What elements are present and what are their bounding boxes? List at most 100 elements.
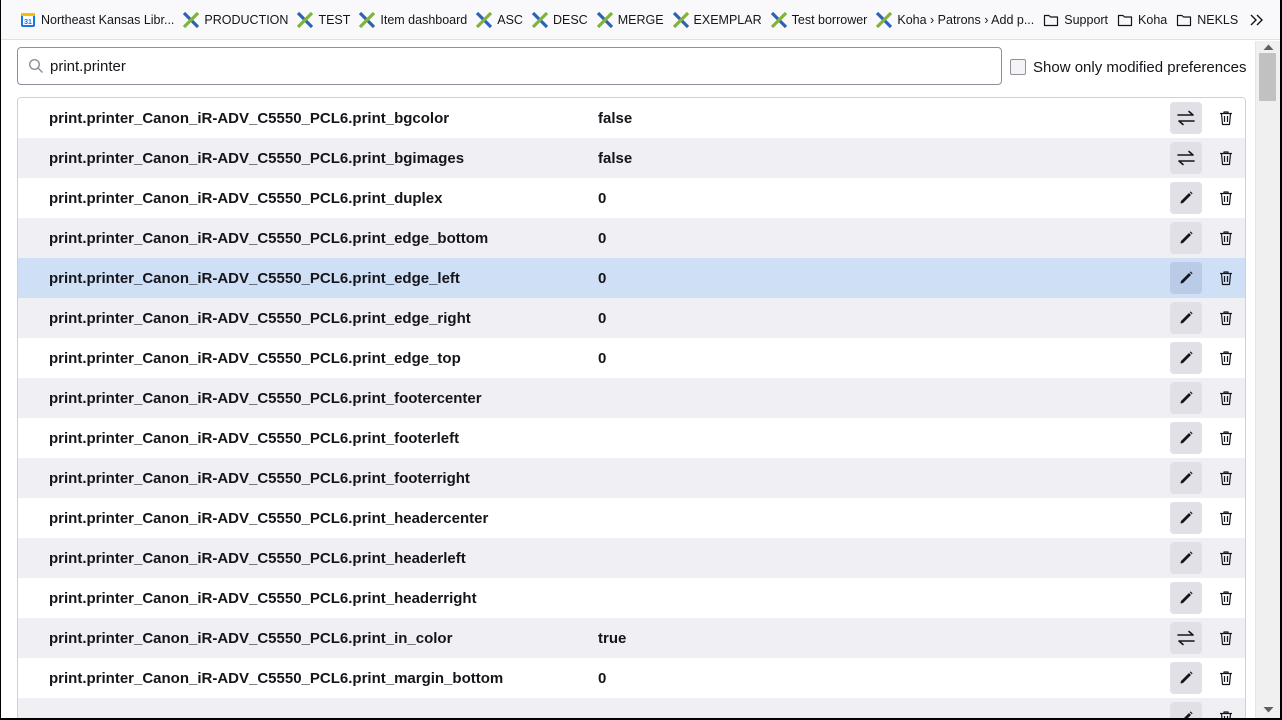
preference-row[interactable]: print.printer_Canon_iR-ADV_C5550_PCL6.pr… <box>18 298 1245 338</box>
delete-button[interactable] <box>1210 302 1242 334</box>
scroll-down-arrow-icon[interactable] <box>1263 706 1274 714</box>
preference-row[interactable]: print.printer_Canon_iR-ADV_C5550_PCL6.pr… <box>18 498 1245 538</box>
bookmark-item[interactable]: Support <box>1040 6 1114 34</box>
bookmark-label: DESC <box>552 12 588 27</box>
preference-name: print.printer_Canon_iR-ADV_C5550_PCL6.pr… <box>49 470 470 487</box>
preference-row[interactable]: print.printer_Canon_iR-ADV_C5550_PCL6.pr… <box>18 178 1245 218</box>
toggle-arrows-icon <box>1177 630 1195 646</box>
pencil-icon <box>1178 390 1194 406</box>
preference-name: print.printer_Canon_iR-ADV_C5550_PCL6.pr… <box>49 150 465 167</box>
delete-button[interactable] <box>1210 102 1242 134</box>
bookmark-label: ASC <box>497 12 523 27</box>
edit-button[interactable] <box>1170 382 1202 414</box>
bookmark-item[interactable]: NEKLS <box>1173 6 1244 34</box>
edit-button[interactable] <box>1170 262 1202 294</box>
bookmark-item[interactable]: Koha <box>1114 6 1173 34</box>
bookmark-item[interactable]: PRODUCTION <box>180 6 294 34</box>
search-box <box>17 47 1002 85</box>
koha-x-icon <box>596 11 613 28</box>
edit-button[interactable] <box>1170 222 1202 254</box>
preference-name: print.printer_Canon_iR-ADV_C5550_PCL6.pr… <box>49 110 450 127</box>
edit-button[interactable] <box>1170 662 1202 694</box>
show-modified-label: Show only modified preferences <box>1033 58 1247 76</box>
preference-name: print.printer_Canon_iR-ADV_C5550_PCL6.pr… <box>49 670 504 687</box>
show-modified-toggle[interactable]: Show only modified preferences <box>1010 58 1246 76</box>
toggle-button[interactable] <box>1170 102 1202 134</box>
preference-row[interactable]: print.printer_Canon_iR-ADV_C5550_PCL6.pr… <box>18 618 1245 658</box>
trash-icon <box>1218 350 1234 366</box>
delete-button[interactable] <box>1210 662 1242 694</box>
koha-x-icon <box>297 11 314 28</box>
pencil-icon <box>1178 710 1194 718</box>
browser-window: 31 Northeast Kansas Libr... PRODUCTION TEST… <box>1 0 1280 718</box>
koha-x-icon <box>672 11 689 28</box>
bookmark-item[interactable]: Koha › Patrons › Add p... <box>873 6 1040 34</box>
preference-name: print.printer_Canon_iR-ADV_C5550_PCL6.pr… <box>49 430 460 447</box>
toggle-button[interactable] <box>1170 142 1202 174</box>
bookmark-item[interactable]: Test borrower <box>768 6 874 34</box>
edit-button[interactable] <box>1170 582 1202 614</box>
toggle-button[interactable] <box>1170 622 1202 654</box>
bookmark-item[interactable]: EXEMPLAR <box>670 6 768 34</box>
delete-button[interactable] <box>1210 542 1242 574</box>
bookmark-item[interactable]: TEST <box>294 6 356 34</box>
delete-button[interactable] <box>1210 622 1242 654</box>
preference-row[interactable]: print.printer_Canon_iR-ADV_C5550_PCL6.pr… <box>18 458 1245 498</box>
delete-button[interactable] <box>1210 502 1242 534</box>
preference-row[interactable] <box>18 698 1245 718</box>
delete-button[interactable] <box>1210 222 1242 254</box>
edit-button[interactable] <box>1170 542 1202 574</box>
scroll-thumb[interactable] <box>1259 53 1276 101</box>
bookmark-label: MERGE <box>617 12 664 27</box>
edit-button[interactable] <box>1170 502 1202 534</box>
preference-row[interactable]: print.printer_Canon_iR-ADV_C5550_PCL6.pr… <box>18 218 1245 258</box>
folder-icon <box>1176 12 1192 28</box>
delete-button[interactable] <box>1210 582 1242 614</box>
edit-button[interactable] <box>1170 182 1202 214</box>
trash-icon <box>1218 270 1234 286</box>
preference-row[interactable]: print.printer_Canon_iR-ADV_C5550_PCL6.pr… <box>18 138 1245 178</box>
edit-button[interactable] <box>1170 302 1202 334</box>
trash-icon <box>1218 630 1234 646</box>
delete-button[interactable] <box>1210 382 1242 414</box>
pencil-icon <box>1178 550 1194 566</box>
edit-button[interactable] <box>1170 462 1202 494</box>
bookmark-item[interactable]: MERGE <box>594 6 670 34</box>
koha-x-icon <box>359 11 376 28</box>
preference-row[interactable]: print.printer_Canon_iR-ADV_C5550_PCL6.pr… <box>18 578 1245 618</box>
delete-button[interactable] <box>1210 462 1242 494</box>
delete-button[interactable] <box>1210 182 1242 214</box>
delete-button[interactable] <box>1210 142 1242 174</box>
preference-row[interactable]: print.printer_Canon_iR-ADV_C5550_PCL6.pr… <box>18 418 1245 458</box>
bookmark-item[interactable]: DESC <box>529 6 594 34</box>
chevron-more-icon[interactable] <box>1248 11 1266 29</box>
delete-button[interactable] <box>1210 702 1242 718</box>
edit-button[interactable] <box>1170 702 1202 718</box>
show-modified-checkbox[interactable] <box>1010 59 1026 75</box>
preference-name: print.printer_Canon_iR-ADV_C5550_PCL6.pr… <box>49 390 482 407</box>
edit-button[interactable] <box>1170 342 1202 374</box>
page-scrollbar[interactable] <box>1255 41 1280 718</box>
folder-icon <box>1117 12 1133 28</box>
bookmark-item[interactable]: 31 Northeast Kansas Libr... <box>17 6 180 34</box>
bookmark-label: Support <box>1064 12 1109 27</box>
edit-button[interactable] <box>1170 422 1202 454</box>
delete-button[interactable] <box>1210 342 1242 374</box>
preference-row[interactable]: print.printer_Canon_iR-ADV_C5550_PCL6.pr… <box>18 538 1245 578</box>
preference-row[interactable]: print.printer_Canon_iR-ADV_C5550_PCL6.pr… <box>18 258 1245 298</box>
scroll-up-arrow-icon[interactable] <box>1263 43 1274 51</box>
search-input[interactable] <box>50 48 990 84</box>
delete-button[interactable] <box>1210 422 1242 454</box>
preference-row[interactable]: print.printer_Canon_iR-ADV_C5550_PCL6.pr… <box>18 98 1245 138</box>
preference-row[interactable]: print.printer_Canon_iR-ADV_C5550_PCL6.pr… <box>18 658 1245 698</box>
preference-row[interactable]: print.printer_Canon_iR-ADV_C5550_PCL6.pr… <box>18 378 1245 418</box>
delete-button[interactable] <box>1210 262 1242 294</box>
bookmark-item[interactable]: ASC <box>473 6 529 34</box>
toggle-arrows-icon <box>1177 150 1195 166</box>
bookmark-label: Koha › Patrons › Add p... <box>897 12 1035 27</box>
bookmark-item[interactable]: Item dashboard <box>356 6 473 34</box>
pencil-icon <box>1178 270 1194 286</box>
preference-name: print.printer_Canon_iR-ADV_C5550_PCL6.pr… <box>49 630 453 647</box>
bookmark-label: PRODUCTION <box>204 12 289 27</box>
preference-row[interactable]: print.printer_Canon_iR-ADV_C5550_PCL6.pr… <box>18 338 1245 378</box>
